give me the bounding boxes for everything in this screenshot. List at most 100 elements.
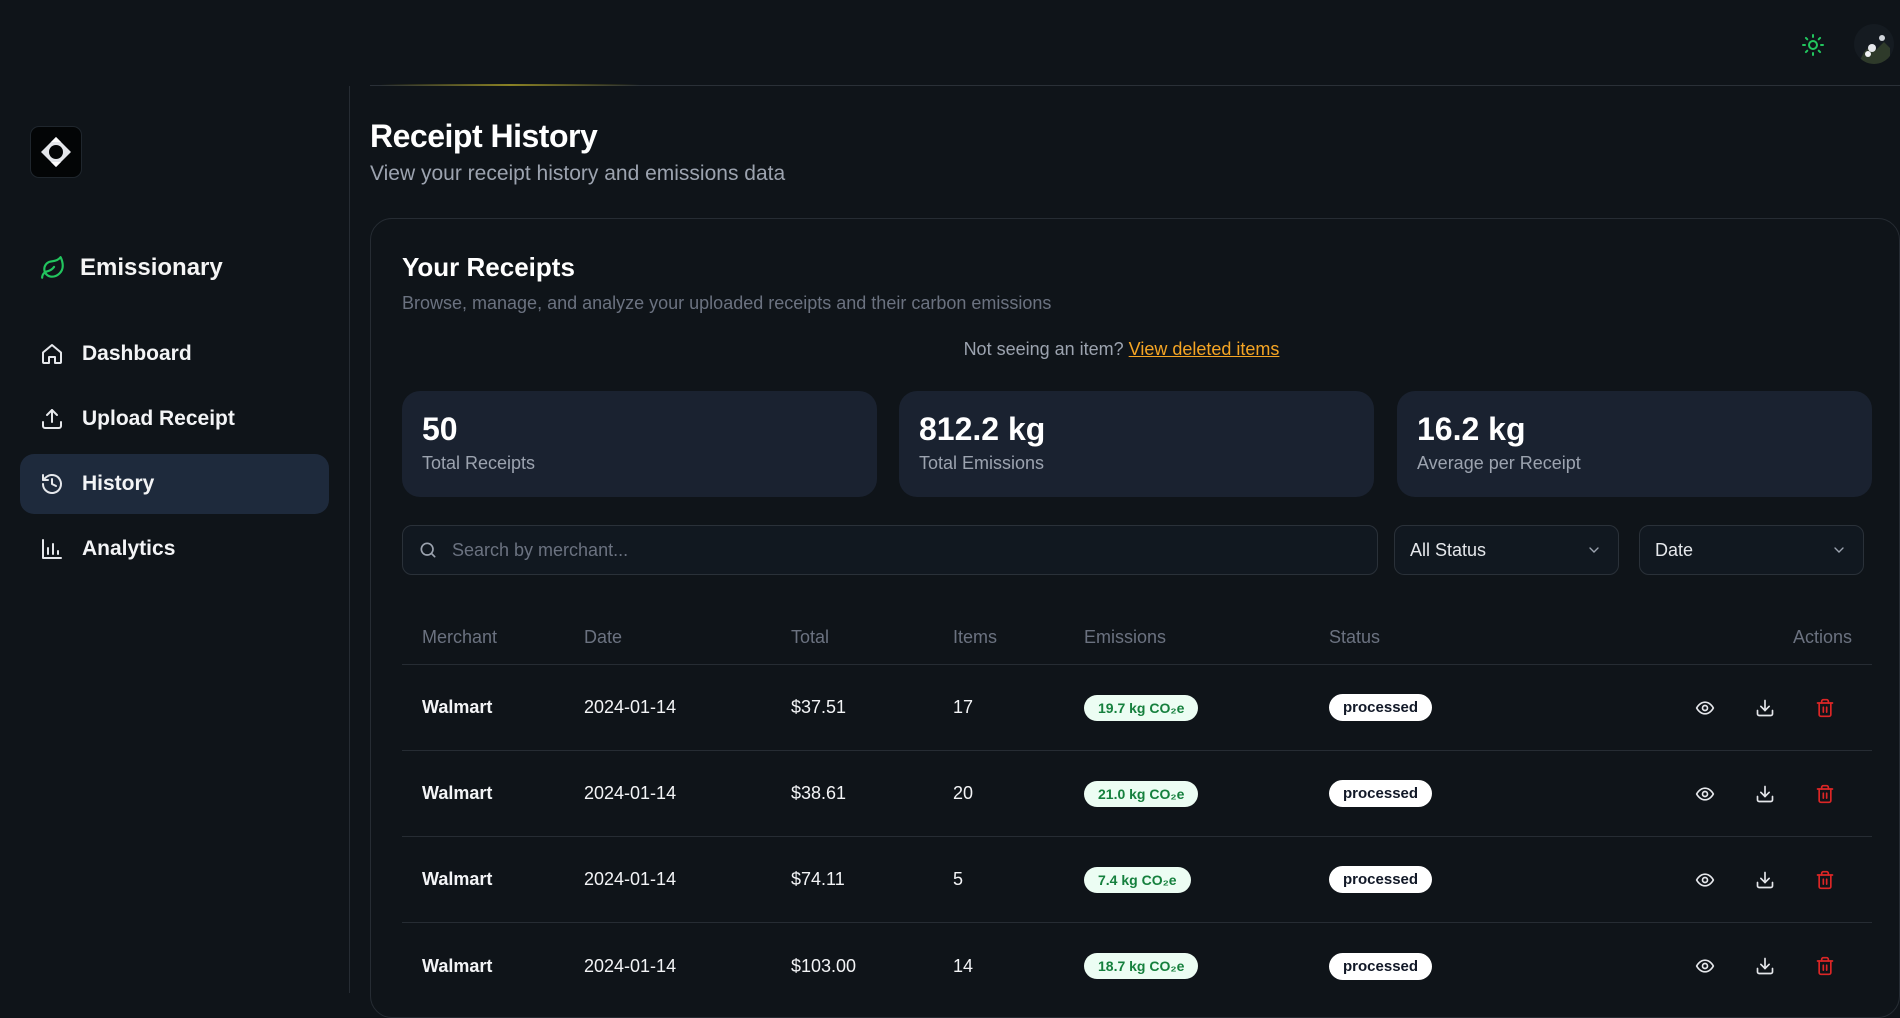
view-deleted-items-link[interactable]: View deleted items	[1129, 339, 1280, 359]
delete-button[interactable]	[1812, 781, 1838, 807]
stat-average-per-receipt: 16.2 kg Average per Receipt	[1397, 391, 1872, 497]
cell-date: 2024-01-14	[584, 955, 677, 976]
cell-merchant: Walmart	[422, 783, 493, 803]
avatar[interactable]	[1854, 24, 1894, 64]
cell-items: 5	[953, 869, 964, 889]
receipts-card: Your Receipts Browse, manage, and analyz…	[370, 218, 1900, 1018]
sun-icon	[1802, 34, 1824, 56]
trash-icon	[1816, 784, 1834, 803]
stat-total-emissions: 812.2 kg Total Emissions	[899, 391, 1374, 497]
search-input[interactable]	[452, 539, 1352, 561]
download-button[interactable]	[1752, 953, 1778, 979]
sidebar: Emissionary Dashboard Upload Receipt His…	[0, 86, 350, 993]
stat-value: 812.2 kg	[919, 411, 1046, 447]
sidebar-item-label: History	[82, 472, 155, 495]
row-actions	[1629, 695, 1872, 721]
sidebar-item-label: Dashboard	[82, 342, 192, 365]
leaf-icon	[41, 256, 64, 279]
cell-items: 20	[953, 783, 974, 803]
cell-date: 2024-01-14	[584, 783, 677, 803]
sidebar-item-analytics[interactable]: Analytics	[20, 519, 329, 579]
delete-button[interactable]	[1812, 953, 1838, 979]
column-header-status[interactable]: Status	[1329, 627, 1629, 648]
row-actions	[1629, 953, 1872, 979]
cell-items: 14	[953, 955, 974, 976]
column-header-emissions[interactable]: Emissions	[1084, 627, 1329, 648]
table-row[interactable]: Walmart 2024-01-14 $38.61 20 21.0 kg CO₂…	[402, 751, 1872, 837]
sidebar-item-dashboard[interactable]: Dashboard	[20, 324, 329, 384]
download-button[interactable]	[1752, 867, 1778, 893]
cell-items: 17	[953, 697, 974, 717]
filters-row: All Status Date	[402, 525, 1872, 577]
card-description: Browse, manage, and analyze your uploade…	[402, 293, 1052, 313]
table-row[interactable]: Walmart 2024-01-14 $37.51 17 19.7 kg CO₂…	[402, 665, 1872, 751]
notice-text: Not seeing an item?	[963, 339, 1124, 359]
cell-total: $74.11	[791, 869, 845, 889]
column-header-actions: Actions	[1792, 627, 1852, 647]
table-header: Merchant Date Total Items Emissions Stat…	[402, 611, 1872, 665]
stat-label: Total Receipts	[422, 453, 536, 473]
app-logo[interactable]	[30, 126, 82, 178]
stat-label: Average per Receipt	[1417, 453, 1581, 473]
download-button[interactable]	[1752, 781, 1778, 807]
column-header-date[interactable]: Date	[584, 627, 791, 648]
trash-icon	[1816, 956, 1834, 976]
stat-value: 50	[422, 411, 458, 447]
eye-icon	[1695, 786, 1715, 801]
status-filter-value: All Status	[1410, 539, 1487, 560]
table-row[interactable]: Walmart 2024-01-14 $103.00 14 18.7 kg CO…	[402, 923, 1872, 1009]
status-badge: processed	[1329, 780, 1433, 807]
sidebar-item-history[interactable]: History	[20, 454, 329, 514]
status-badge: processed	[1329, 952, 1433, 980]
card-title: Your Receipts	[402, 252, 575, 282]
status-badge: processed	[1329, 694, 1433, 721]
search-icon	[420, 542, 436, 558]
download-button[interactable]	[1752, 695, 1778, 721]
status-badge: processed	[1329, 866, 1433, 893]
chevron-down-icon	[1834, 547, 1844, 553]
cell-total: $103.00	[791, 955, 857, 976]
view-button[interactable]	[1692, 867, 1718, 893]
download-icon	[1756, 871, 1774, 888]
cell-total: $37.51	[791, 697, 847, 717]
cell-date: 2024-01-14	[584, 869, 677, 889]
upload-icon	[40, 407, 64, 431]
sort-value: Date	[1655, 539, 1694, 560]
view-button[interactable]	[1692, 781, 1718, 807]
download-icon	[1756, 785, 1774, 802]
top-divider-glow	[380, 84, 640, 86]
sidebar-item-upload-receipt[interactable]: Upload Receipt	[20, 389, 329, 449]
delete-button[interactable]	[1812, 695, 1838, 721]
table-row[interactable]: Walmart 2024-01-14 $74.11 5 7.4 kg CO₂e …	[402, 837, 1872, 923]
view-button[interactable]	[1692, 953, 1718, 979]
column-header-merchant[interactable]: Merchant	[402, 627, 584, 648]
chevron-down-icon	[1589, 547, 1599, 553]
bar-chart-icon	[40, 537, 64, 561]
top-bar	[0, 0, 1900, 86]
column-header-total[interactable]: Total	[791, 627, 953, 648]
sidebar-item-label: Analytics	[82, 537, 176, 560]
status-filter-select[interactable]: All Status	[1394, 525, 1619, 575]
delete-button[interactable]	[1812, 867, 1838, 893]
cell-merchant: Walmart	[422, 869, 493, 889]
cell-merchant: Walmart	[422, 697, 493, 717]
download-icon	[1756, 957, 1774, 975]
eye-icon	[1695, 872, 1715, 887]
emissions-badge: 18.7 kg CO₂e	[1084, 953, 1199, 979]
column-header-items[interactable]: Items	[953, 627, 1084, 648]
deleted-items-notice: Not seeing an item? View deleted items	[371, 339, 1841, 360]
view-button[interactable]	[1692, 695, 1718, 721]
eye-icon	[1695, 700, 1715, 715]
home-icon	[40, 342, 64, 366]
history-icon	[40, 472, 64, 496]
eye-icon	[1695, 959, 1715, 973]
stat-value: 16.2 kg	[1417, 411, 1526, 447]
emissions-badge: 21.0 kg CO₂e	[1084, 780, 1199, 807]
sort-select[interactable]: Date	[1639, 525, 1864, 575]
trash-icon	[1816, 870, 1834, 889]
page-subtitle: View your receipt history and emissions …	[370, 162, 786, 185]
theme-toggle-button[interactable]	[1796, 28, 1830, 62]
brand[interactable]: Emissionary	[40, 254, 223, 282]
sidebar-item-label: Upload Receipt	[82, 407, 235, 430]
cell-date: 2024-01-14	[584, 697, 677, 717]
